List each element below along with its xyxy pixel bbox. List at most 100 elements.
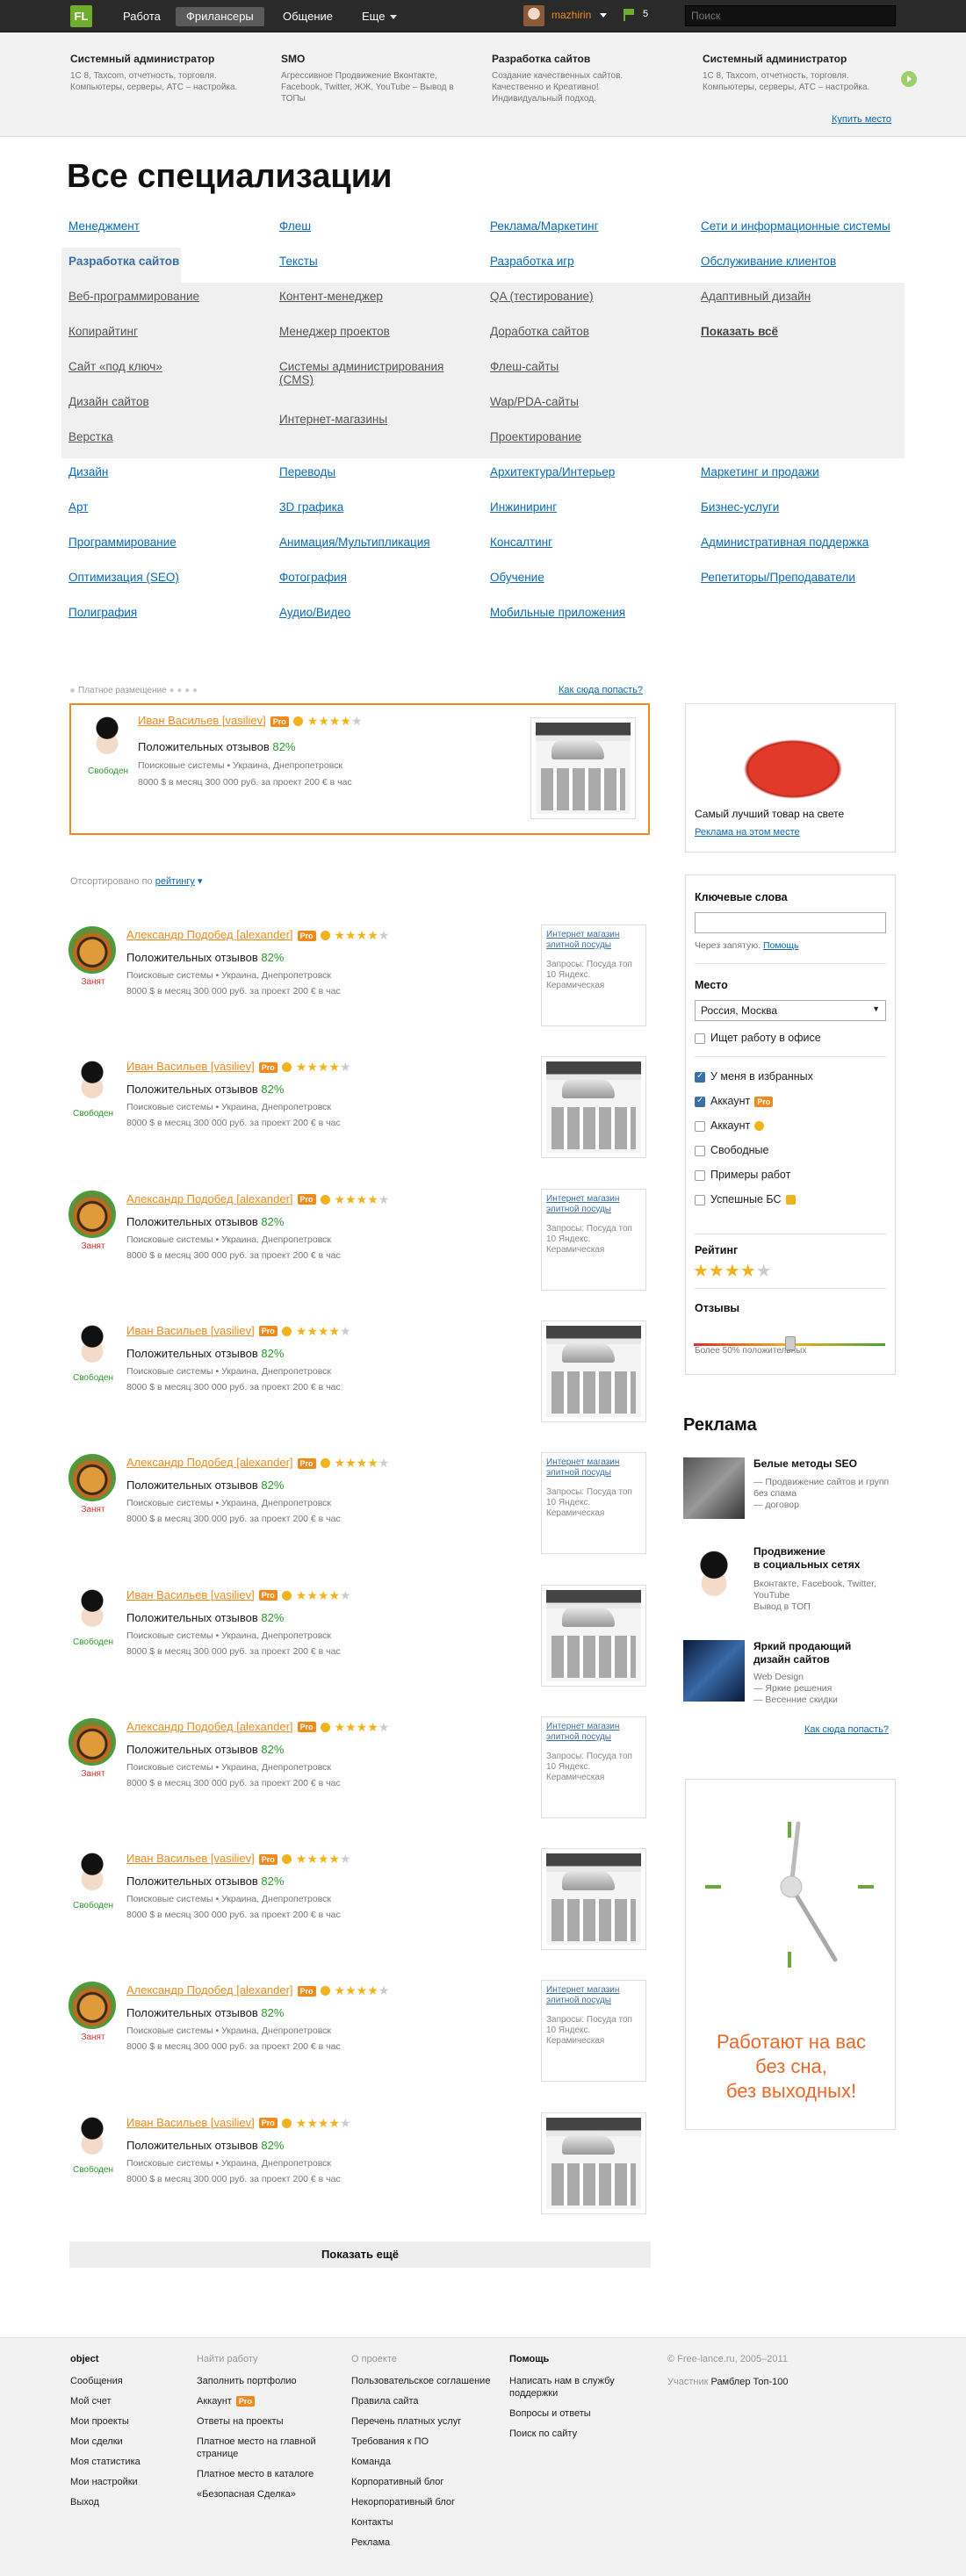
avatar[interactable] (68, 2113, 116, 2162)
spec-link[interactable]: 3D графика (279, 500, 343, 514)
freelancer-name-link[interactable]: Иван Васильев [vasiliev] (126, 1852, 255, 1865)
spec-link[interactable]: Консалтинг (490, 536, 552, 549)
spec-link[interactable]: Разработка игр (490, 255, 574, 268)
filter-checkbox[interactable] (695, 1146, 705, 1156)
strip-ad[interactable]: SMO Агрессивное Продвижение Вконтакте, Fa… (281, 53, 457, 104)
avatar[interactable] (68, 1454, 116, 1502)
spec-link[interactable]: Дизайн сайтов (68, 395, 149, 408)
portfolio-thumbnail[interactable]: Интернет магазин элитной посуды Запросы: … (541, 925, 646, 1026)
spec-link[interactable]: Системы администрирования (CMS) (279, 360, 455, 386)
spec-link[interactable]: Архитектура/Интерьер (490, 465, 615, 479)
spec-link[interactable]: Обучение (490, 571, 544, 584)
footer-link[interactable]: Написать нам в службу поддержки (509, 2375, 650, 2400)
freelancer-name-link[interactable]: Иван Васильев [vasiliev] (138, 714, 266, 727)
spec-link[interactable]: Адаптивный дизайн (701, 290, 811, 303)
spec-link[interactable]: Реклама/Маркетинг (490, 219, 599, 233)
portfolio-thumbnail[interactable]: Интернет магазин элитной посуды Запросы: … (541, 1716, 646, 1818)
spec-link[interactable]: Менеджмент (68, 219, 140, 233)
spec-link[interactable]: Флеш-сайты (490, 360, 559, 373)
spec-link[interactable]: Сайт «под ключ» (68, 360, 162, 373)
avatar[interactable] (68, 926, 116, 974)
footer-link[interactable]: Требования к ПО (351, 2436, 492, 2448)
spec-link[interactable]: Показать всё (701, 325, 778, 338)
footer-link[interactable]: Контакты (351, 2516, 492, 2529)
avatar[interactable] (68, 1190, 116, 1238)
spec-link[interactable]: Разработка сайтов (68, 255, 179, 268)
spec-link[interactable]: Флеш (279, 219, 311, 233)
ad-image[interactable] (683, 1457, 745, 1519)
footer-link[interactable]: Ответы на проекты (197, 2415, 337, 2428)
portfolio-thumbnail[interactable]: Интернет магазин элитной посуды Запросы: … (541, 1980, 646, 2083)
freelancer-name-link[interactable]: Александр Подобед [alexander] (126, 1192, 293, 1205)
footer-link[interactable]: Мой счет (70, 2395, 141, 2407)
spec-link[interactable]: Дизайн (68, 465, 108, 479)
portfolio-thumbnail[interactable]: Интернет магазин элитной посуды Запросы: … (541, 1188, 646, 1291)
spec-link[interactable]: Полиграфия (68, 606, 137, 619)
footer-link[interactable]: Моя статистика (70, 2456, 141, 2468)
freelancer-name-link[interactable]: Александр Подобед [alexander] (126, 1456, 293, 1469)
ad-name[interactable]: Продвижение в социальных сетях (753, 1545, 860, 1572)
freelancer-name-link[interactable]: Иван Васильев [vasiliev] (126, 2116, 255, 2129)
footer-link[interactable]: Вопросы и ответы (509, 2407, 650, 2420)
footer-link[interactable]: Команда (351, 2456, 492, 2468)
filter-checkbox[interactable] (695, 1071, 705, 1083)
spec-link[interactable]: Доработка сайтов (490, 325, 589, 338)
footer-link[interactable]: Платное место на главной странице (197, 2436, 337, 2460)
spec-link[interactable]: Менеджер проектов (279, 325, 390, 338)
footer-link[interactable]: Аккаунт Pro (197, 2395, 337, 2407)
thumb-title[interactable]: Интернет магазин элитной посуды (546, 1194, 641, 1215)
footer-link[interactable]: Платное место в каталоге (197, 2468, 337, 2480)
place-select[interactable]: Россия, Москва ▼ (695, 1000, 886, 1021)
nav-community[interactable]: Общение (272, 7, 343, 26)
spec-link[interactable]: Копирайтинг (68, 325, 138, 338)
spec-link[interactable]: Тексты (279, 255, 318, 268)
footer-link[interactable]: Поиск по сайту (509, 2428, 650, 2440)
portfolio-thumbnail[interactable] (541, 1584, 646, 1687)
spec-link[interactable]: Веб-программирование (68, 290, 199, 303)
filter-checkbox[interactable] (695, 1170, 705, 1181)
nav-work[interactable]: Работа (112, 7, 171, 26)
sort-by-link[interactable]: рейтингу (155, 876, 195, 887)
filter-checkbox[interactable] (695, 1096, 705, 1107)
avatar[interactable] (83, 714, 131, 761)
promo-link[interactable]: Реклама на этом месте (695, 827, 800, 838)
help-link[interactable]: Помощь (763, 940, 799, 951)
footer-link[interactable]: Заполнить портфолио (197, 2375, 337, 2387)
spec-link[interactable]: Обслуживание клиентов (701, 255, 836, 268)
ad-image[interactable] (683, 1545, 745, 1607)
strip-ad[interactable]: Системный администратор 1С 8, Taxcom, отч… (703, 53, 878, 93)
avatar[interactable] (68, 1058, 116, 1106)
portfolio-thumbnail[interactable] (541, 2112, 646, 2214)
clock-banner[interactable]: Работают на вас без сна, без выходных! (685, 1779, 896, 2130)
spec-link[interactable]: Мобильные приложения (490, 606, 625, 619)
portfolio-thumbnail[interactable] (541, 1848, 646, 1951)
freelancer-name-link[interactable]: Александр Подобед [alexander] (126, 928, 293, 941)
spec-link[interactable]: Репетиторы/Преподаватели (701, 571, 855, 584)
footer-link[interactable]: «Безопасная Сделка» (197, 2488, 337, 2500)
rating-filter-stars[interactable]: ★★★★★ (693, 1260, 772, 1282)
avatar[interactable] (68, 1982, 116, 2030)
avatar[interactable] (68, 1717, 116, 1766)
spec-link[interactable]: Административная поддержка (701, 536, 869, 549)
thumb-title[interactable]: Интернет магазин элитной посуды (546, 1457, 641, 1479)
strip-ad[interactable]: Системный администратор 1С 8, Taxcom, отч… (70, 53, 246, 93)
how-to-get-here-link[interactable]: Как сюда попасть? (559, 685, 643, 695)
nav-freelancers[interactable]: Фрилансеры (176, 7, 264, 26)
freelancer-name-link[interactable]: Иван Васильев [vasiliev] (126, 1060, 255, 1073)
chevron-down-icon[interactable]: ▾ (198, 876, 203, 887)
portfolio-thumbnail[interactable]: Интернет магазин элитной посуды Запросы: … (541, 1452, 646, 1555)
spec-link[interactable]: Инжиниринг (490, 500, 557, 514)
next-arrow-icon[interactable] (901, 71, 917, 87)
spec-link[interactable]: Анимация/Мультипликация (279, 536, 430, 549)
portfolio-thumbnail[interactable] (541, 1056, 646, 1159)
footer-link[interactable]: Сообщения (70, 2375, 141, 2387)
footer-link[interactable]: Реклама (351, 2536, 492, 2549)
footer-link[interactable]: Некорпоративный блог (351, 2496, 492, 2508)
search-input[interactable] (685, 5, 896, 26)
freelancer-name-link[interactable]: Иван Васильев [vasiliev] (126, 1588, 255, 1601)
keywords-input[interactable] (695, 912, 886, 933)
spec-link[interactable]: Верстка (68, 430, 113, 443)
chevron-up-icon[interactable] (371, 180, 378, 185)
avatar[interactable] (68, 1586, 116, 1634)
footer-link[interactable]: Мои настройки (70, 2476, 141, 2488)
